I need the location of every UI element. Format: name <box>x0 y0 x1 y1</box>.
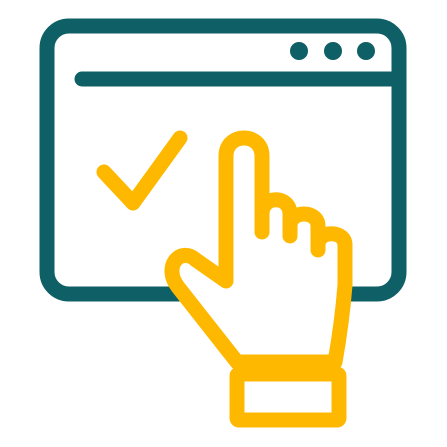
pointing-hand-icon <box>164 130 353 428</box>
hand-cuff <box>229 366 347 428</box>
window-control-dot-2 <box>324 42 342 60</box>
hand-outline <box>164 130 353 370</box>
window-control-dot-1 <box>290 42 308 60</box>
window-control-dot-3 <box>357 42 375 60</box>
checkmark-icon <box>96 130 188 211</box>
browser-click-confirm-icon <box>39 18 407 428</box>
icon-canvas <box>0 0 447 447</box>
